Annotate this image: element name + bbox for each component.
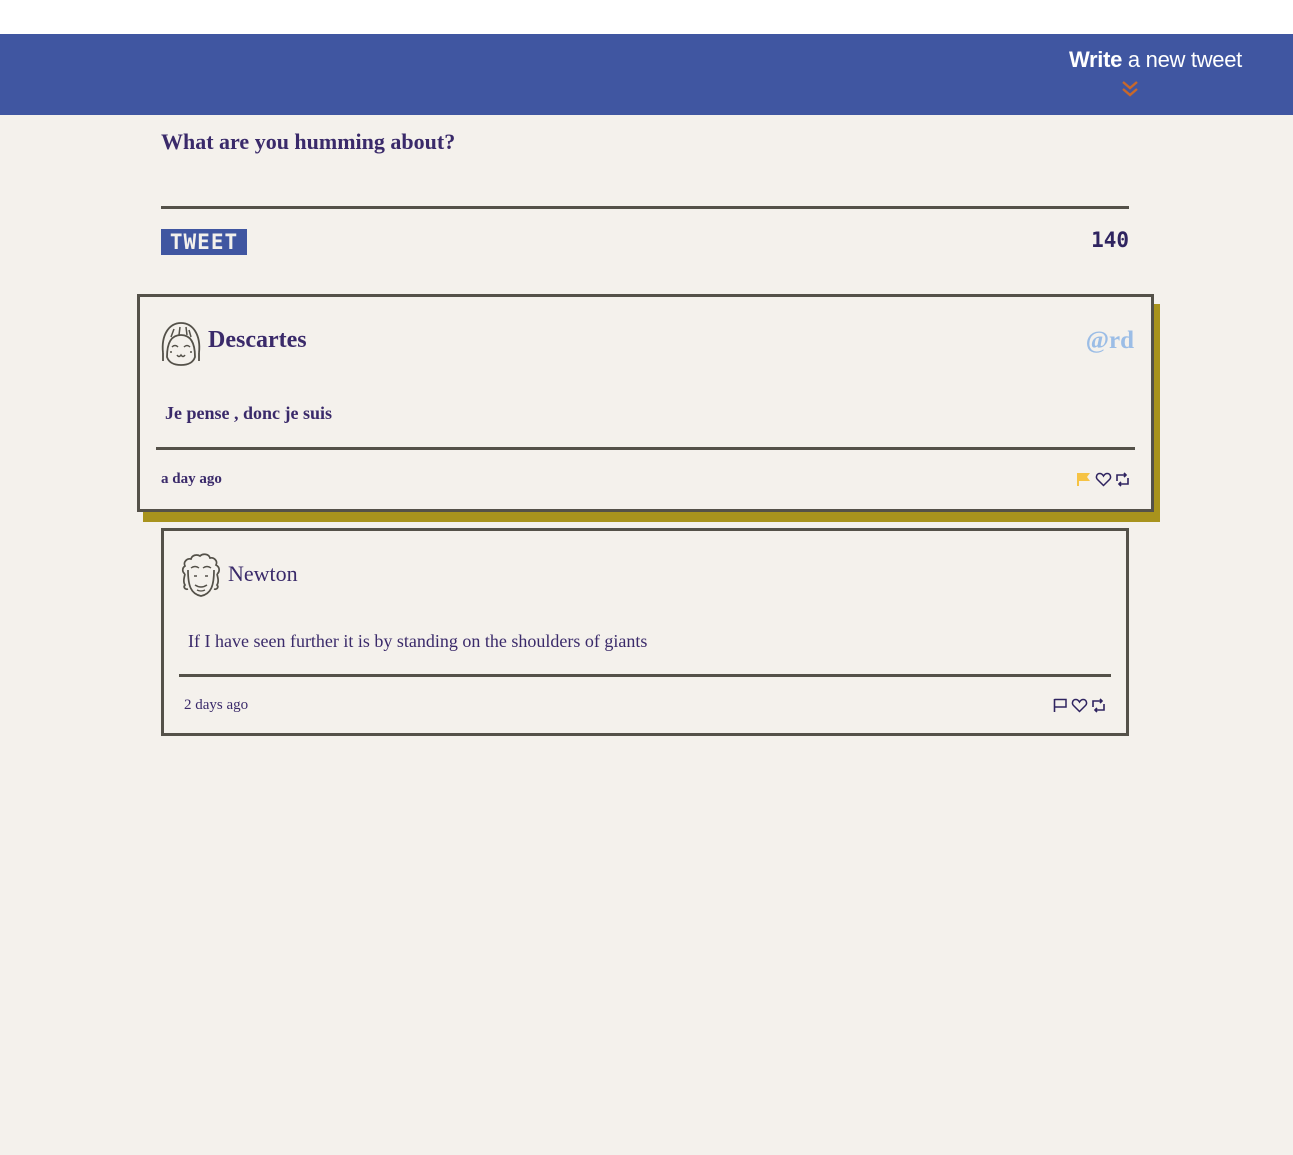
tweet-card: Descartes @rd Je pense , donc je suis a … <box>137 294 1154 512</box>
heart-icon[interactable] <box>1095 471 1112 488</box>
author-handle: @rd <box>1085 327 1134 354</box>
retweet-icon[interactable] <box>1090 697 1107 714</box>
navbar: Write a new tweet <box>0 34 1293 115</box>
flag-icon[interactable] <box>1076 471 1093 488</box>
tweet-card: Newton If I have seen further it is by s… <box>161 528 1129 736</box>
tweet-text-input[interactable] <box>161 164 1133 208</box>
tweet-timestamp: a day ago <box>161 471 222 487</box>
tweet-divider <box>179 674 1111 677</box>
character-counter: 140 <box>1091 228 1129 252</box>
top-strip <box>0 0 1293 34</box>
double-chevron-down-icon[interactable] <box>1120 79 1140 99</box>
retweet-icon[interactable] <box>1114 471 1131 488</box>
author-name: Descartes <box>208 327 307 353</box>
tweet-divider <box>156 447 1135 450</box>
tweet-text: If I have seen further it is by standing… <box>188 631 648 651</box>
tweet-button[interactable]: TWEET <box>161 229 247 255</box>
tweet-actions <box>1052 697 1107 714</box>
tweet-text: Je pense , donc je suis <box>165 403 333 423</box>
write-new-tweet-label[interactable]: Write a new tweet <box>1042 47 1242 73</box>
girl-face-icon <box>161 322 201 366</box>
tweet-actions <box>1076 471 1131 488</box>
curly-hair-face-icon <box>181 553 220 597</box>
composer-label: What are you humming about? <box>161 129 456 154</box>
flag-icon[interactable] <box>1052 697 1069 714</box>
tweet-timestamp: 2 days ago <box>184 697 249 713</box>
author-name: Newton <box>228 561 298 586</box>
heart-icon[interactable] <box>1071 697 1088 714</box>
composer-underline <box>161 206 1129 209</box>
write-new-tweet-toggle[interactable]: Write a new tweet <box>1042 47 1242 97</box>
